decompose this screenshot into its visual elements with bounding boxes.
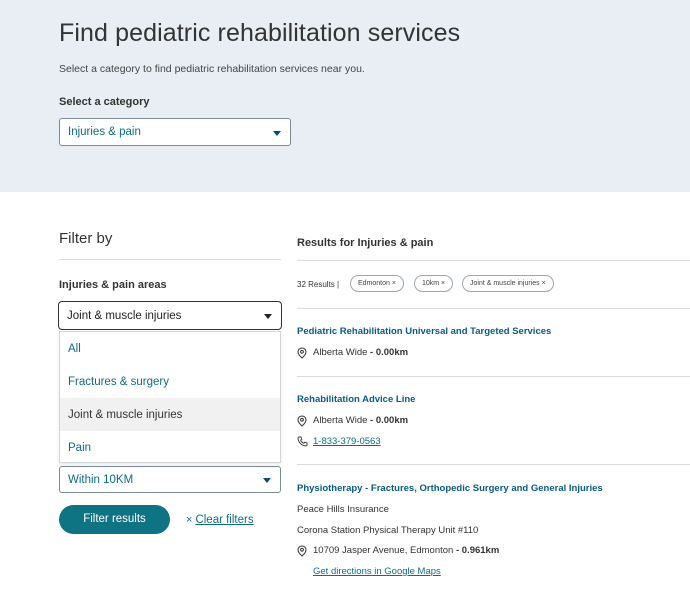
category-select[interactable]: Injuries & pain bbox=[59, 118, 291, 146]
dropdown-option-joint-muscle[interactable]: Joint & muscle injuries bbox=[60, 398, 280, 431]
distance-select-value: Within 10KM bbox=[68, 474, 134, 486]
chevron-down-icon bbox=[273, 131, 281, 136]
divider bbox=[297, 464, 690, 465]
result-org: Peace Hills Insurance bbox=[297, 504, 389, 515]
hero-banner: Find pediatric rehabilitation services S… bbox=[0, 0, 690, 192]
clear-filters-label: Clear filters bbox=[195, 514, 254, 526]
areas-dropdown-menu: All Fractures & surgery Joint & muscle i… bbox=[59, 331, 281, 463]
filter-results-button[interactable]: Filter results bbox=[59, 505, 170, 534]
location-pin-icon bbox=[297, 347, 307, 359]
result-distance: - 0.00km bbox=[367, 347, 409, 358]
page-title: Find pediatric rehabilitation services bbox=[59, 19, 461, 47]
result-location: Alberta Wide - 0.00km bbox=[313, 347, 408, 358]
result-distance: - 0.00km bbox=[367, 415, 409, 426]
result-location: Alberta Wide - 0.00km bbox=[313, 415, 408, 426]
result-title[interactable]: Rehabilitation Advice Line bbox=[297, 394, 415, 405]
filter-chip-joint-muscle[interactable]: Joint & muscle injuries × bbox=[462, 275, 554, 292]
clear-filters-link[interactable]: × Clear filters bbox=[186, 514, 254, 526]
result-location-text: Alberta Wide bbox=[313, 347, 368, 358]
filter-chip-edmonton[interactable]: Edmonton × bbox=[350, 275, 404, 292]
result-location-text: Alberta Wide bbox=[313, 415, 368, 426]
location-pin-icon bbox=[297, 415, 307, 427]
result-title[interactable]: Physiotherapy - Fractures, Orthopedic Su… bbox=[297, 483, 603, 494]
divider bbox=[297, 260, 690, 261]
location-pin-icon bbox=[297, 545, 307, 557]
results-title: Results for Injuries & pain bbox=[297, 237, 434, 249]
directions-link[interactable]: Get directions in Google Maps bbox=[313, 566, 441, 577]
result-title[interactable]: Pediatric Rehabilitation Universal and T… bbox=[297, 326, 551, 337]
areas-select-value: Joint & muscle injuries bbox=[67, 310, 182, 322]
chevron-down-icon bbox=[264, 314, 272, 319]
divider bbox=[297, 376, 690, 377]
distance-select[interactable]: Within 10KM bbox=[59, 466, 281, 493]
areas-label: Injuries & pain areas bbox=[59, 279, 167, 291]
results-count: 32 Results | bbox=[297, 280, 340, 289]
page-subtitle: Select a category to find pediatric reha… bbox=[59, 63, 365, 75]
dropdown-option-pain[interactable]: Pain bbox=[60, 431, 280, 464]
result-place: Corona Station Physical Therapy Unit #11… bbox=[297, 525, 479, 536]
filter-chip-10km[interactable]: 10km × bbox=[414, 275, 454, 292]
result-distance: - 0.961km bbox=[453, 545, 500, 556]
dropdown-option-fractures[interactable]: Fractures & surgery bbox=[60, 365, 280, 398]
result-location: 10709 Jasper Avenue, Edmonton - 0.961km bbox=[313, 545, 499, 556]
category-select-value: Injuries & pain bbox=[68, 126, 141, 138]
divider bbox=[59, 259, 281, 260]
close-icon: × bbox=[186, 514, 193, 526]
phone-link[interactable]: 1-833-379-0563 bbox=[313, 436, 381, 447]
phone-icon bbox=[297, 436, 308, 447]
filter-title: Filter by bbox=[59, 230, 113, 247]
chevron-down-icon bbox=[263, 478, 271, 483]
result-location-text: 10709 Jasper Avenue, Edmonton bbox=[313, 545, 454, 556]
divider bbox=[297, 308, 690, 309]
dropdown-option-all[interactable]: All bbox=[60, 332, 280, 365]
areas-select[interactable]: Joint & muscle injuries bbox=[58, 301, 282, 330]
category-label: Select a category bbox=[59, 96, 150, 108]
